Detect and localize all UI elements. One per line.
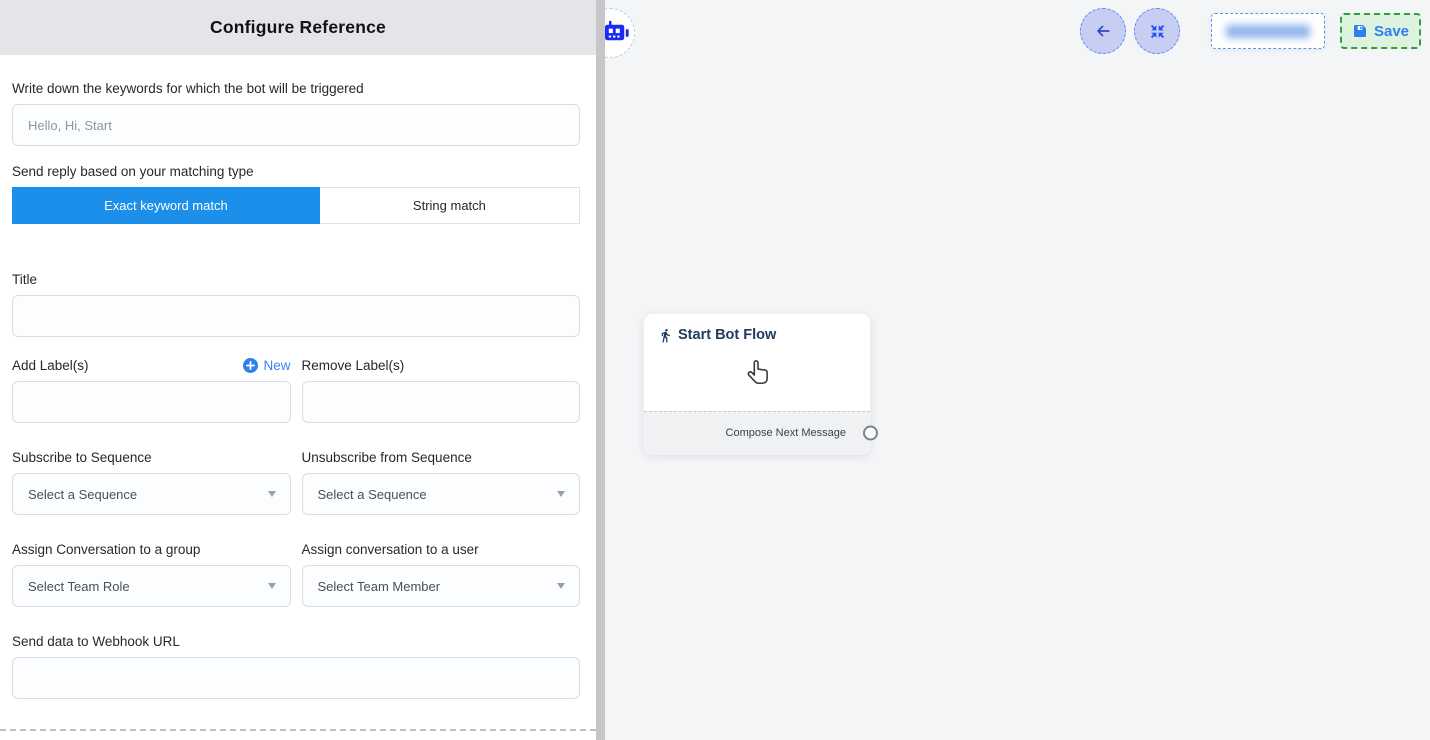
- configure-panel: Configure Reference Write down the keywo…: [0, 0, 596, 740]
- webhook-input[interactable]: [12, 657, 580, 699]
- panel-body: Write down the keywords for which the bo…: [0, 55, 596, 699]
- subscribe-sequence-label: Subscribe to Sequence: [12, 450, 152, 465]
- add-labels-label: Add Label(s): [12, 358, 89, 373]
- sequence-label-row: Subscribe to Sequence Unsubscribe from S…: [12, 450, 580, 465]
- node-header: Start Bot Flow: [644, 314, 870, 343]
- chevron-down-icon: [268, 583, 276, 589]
- keywords-input[interactable]: [12, 104, 580, 146]
- node-title: Start Bot Flow: [678, 327, 776, 343]
- start-bot-flow-node[interactable]: Start Bot Flow Compose Next Message: [643, 313, 871, 455]
- compress-arrows-icon: [1148, 22, 1167, 41]
- assign-user-select[interactable]: Select Team Member: [302, 565, 581, 607]
- webhook-label: Send data to Webhook URL: [12, 634, 580, 649]
- panel-header: Configure Reference: [0, 0, 596, 55]
- collapse-button[interactable]: [1134, 8, 1180, 54]
- subscribe-sequence-select[interactable]: Select a Sequence: [12, 473, 291, 515]
- labels-input-row: [12, 381, 580, 423]
- assign-user-label: Assign conversation to a user: [302, 542, 479, 557]
- new-label-button-text: New: [263, 358, 290, 373]
- scrollbar-thumb[interactable]: [596, 0, 605, 740]
- robot-icon: [603, 20, 630, 45]
- flow-canvas[interactable]: Start Bot Flow Compose Next Message: [605, 0, 1430, 740]
- app-window: Configure Reference Write down the keywo…: [0, 0, 1430, 740]
- assign-group-value: Select Team Role: [28, 579, 130, 594]
- assignment-label-row: Assign Conversation to a group Assign co…: [12, 542, 580, 557]
- next-message-connector-handle[interactable]: [863, 426, 878, 441]
- unsubscribe-sequence-select[interactable]: Select a Sequence: [302, 473, 581, 515]
- keywords-label: Write down the keywords for which the bo…: [12, 81, 580, 96]
- save-button[interactable]: Save: [1340, 13, 1421, 49]
- subscribe-sequence-value: Select a Sequence: [28, 487, 137, 502]
- title-label: Title: [12, 272, 580, 287]
- redacted-action-button[interactable]: [1211, 13, 1325, 49]
- assign-user-value: Select Team Member: [318, 579, 441, 594]
- hand-pointer-icon: [743, 359, 773, 396]
- floppy-disk-icon: [1352, 23, 1368, 39]
- remove-labels-label: Remove Label(s): [302, 358, 405, 373]
- panel-scrollbar[interactable]: [596, 0, 605, 740]
- panel-bottom-divider: [0, 729, 596, 731]
- new-label-button[interactable]: New: [243, 358, 290, 373]
- sequence-select-row: Select a Sequence Select a Sequence: [12, 473, 580, 515]
- add-labels-input[interactable]: [12, 381, 291, 423]
- assign-group-label: Assign Conversation to a group: [12, 542, 200, 557]
- chevron-down-icon: [557, 491, 565, 497]
- title-input[interactable]: [12, 295, 580, 337]
- unsubscribe-sequence-label: Unsubscribe from Sequence: [302, 450, 472, 465]
- tab-string-match[interactable]: String match: [320, 187, 580, 224]
- back-button[interactable]: [1080, 8, 1126, 54]
- chevron-down-icon: [268, 491, 276, 497]
- assign-group-select[interactable]: Select Team Role: [12, 565, 291, 607]
- compose-next-message-label: Compose Next Message: [726, 427, 846, 439]
- unsubscribe-sequence-value: Select a Sequence: [318, 487, 427, 502]
- labels-label-row: Add Label(s) New Remove Label(s): [12, 358, 580, 373]
- save-button-label: Save: [1374, 23, 1409, 40]
- chevron-down-icon: [557, 583, 565, 589]
- matching-type-label: Send reply based on your matching type: [12, 164, 580, 179]
- walking-person-icon: [658, 328, 673, 343]
- matching-type-tabs: Exact keyword match String match: [12, 187, 580, 224]
- page-title: Configure Reference: [210, 17, 386, 38]
- plus-icon: [243, 358, 258, 373]
- remove-labels-input[interactable]: [302, 381, 581, 423]
- tab-exact-keyword-match[interactable]: Exact keyword match: [12, 187, 320, 224]
- redacted-text-blur: [1226, 25, 1310, 38]
- arrow-left-icon: [1093, 21, 1113, 41]
- assignment-select-row: Select Team Role Select Team Member: [12, 565, 580, 607]
- node-footer: Compose Next Message: [644, 411, 870, 454]
